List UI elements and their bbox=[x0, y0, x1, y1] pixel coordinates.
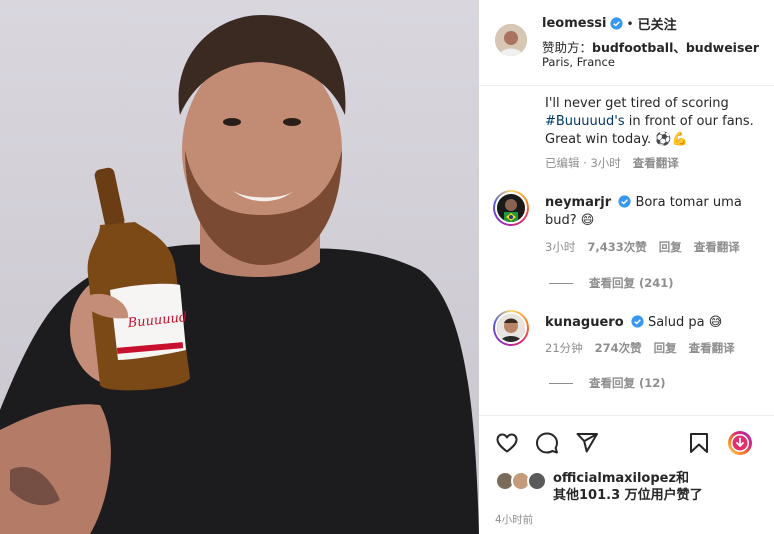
likes-line-1: officialmaxilopez和 bbox=[553, 471, 690, 486]
comment-meta: 3小时 7,433次赞 回复 查看翻译 bbox=[545, 239, 740, 255]
liker-avatars[interactable] bbox=[495, 471, 551, 491]
view-replies-label: 查看回复 (241) bbox=[589, 276, 674, 290]
commenter-avatar-image bbox=[497, 314, 525, 342]
replies-divider-line bbox=[549, 282, 573, 284]
like-button[interactable] bbox=[494, 430, 520, 456]
likes-text[interactable]: officialmaxilopez和 其他101.3 万位用户赞了 bbox=[553, 470, 703, 504]
share-button[interactable] bbox=[574, 430, 600, 456]
comment-emoji: 😅 bbox=[708, 315, 723, 330]
post-caption: I'll never get tired of scoring #Buuuuud… bbox=[545, 95, 760, 149]
sponsor-line: 赞助方：budfootball、budweiser bbox=[542, 37, 759, 56]
likes-line-2: 其他101.3 万位用户赞了 bbox=[553, 488, 703, 503]
verified-badge-icon bbox=[618, 195, 631, 208]
caption-text-start: I'll never get tired of scoring bbox=[545, 96, 729, 111]
commenter-avatar[interactable] bbox=[493, 310, 529, 346]
comment-emoji: 😄 bbox=[580, 213, 595, 228]
liker-avatar bbox=[527, 471, 547, 491]
view-replies-button[interactable]: 查看回复 (12) bbox=[549, 375, 666, 391]
reply-button[interactable]: 回复 bbox=[659, 239, 682, 255]
edited-label: 已编辑 · 3小时 bbox=[545, 156, 621, 170]
replies-divider-line bbox=[549, 382, 573, 384]
comment-translate-link[interactable]: 查看翻译 bbox=[689, 340, 735, 356]
avatar-image bbox=[495, 24, 527, 56]
comment-body: neymarjr Bora tomar uma bud? 😄 bbox=[545, 194, 765, 230]
post-action-bar bbox=[479, 415, 774, 469]
reel-button[interactable] bbox=[727, 430, 753, 456]
comment-likes[interactable]: 274次赞 bbox=[595, 340, 642, 356]
header-title-row: leomessi • 已关注 bbox=[542, 14, 677, 33]
comment-meta: 21分钟 274次赞 回复 查看翻译 bbox=[545, 340, 735, 356]
comment-body: kunaguero Salud pa 😅 bbox=[545, 314, 765, 332]
caption-meta: 已编辑 · 3小时 查看翻译 bbox=[545, 155, 679, 171]
share-icon bbox=[576, 433, 598, 453]
comment-text: Salud pa bbox=[647, 315, 709, 330]
separator-dot: • bbox=[626, 16, 634, 31]
caption-emojis: ⚽💪 bbox=[655, 132, 688, 147]
view-replies-button[interactable]: 查看回复 (241) bbox=[549, 275, 674, 291]
comment-button[interactable] bbox=[534, 430, 560, 456]
verified-badge-icon bbox=[631, 315, 644, 328]
reel-icon bbox=[728, 431, 752, 455]
comment-time[interactable]: 3小时 bbox=[545, 239, 575, 255]
bookmark-icon bbox=[690, 433, 708, 453]
post-location[interactable]: Paris, France bbox=[542, 55, 615, 69]
partial-icon[interactable] bbox=[767, 430, 774, 456]
save-button[interactable] bbox=[686, 430, 712, 456]
comment-translate-link[interactable]: 查看翻译 bbox=[694, 239, 740, 255]
view-replies-label: 查看回复 (12) bbox=[589, 376, 666, 390]
verified-badge-icon bbox=[609, 17, 623, 30]
comment-username[interactable]: kunaguero bbox=[545, 315, 624, 330]
comment-username[interactable]: neymarjr bbox=[545, 195, 611, 210]
post-header: leomessi • 已关注 赞助方：budfootball、budweiser… bbox=[479, 0, 774, 86]
sponsor-label: 赞助方： bbox=[542, 40, 593, 55]
caption-translate-link[interactable]: 查看翻译 bbox=[633, 155, 679, 171]
reply-button[interactable]: 回复 bbox=[654, 340, 677, 356]
comment-icon bbox=[536, 432, 558, 454]
sponsor-names-link[interactable]: budfootball、budweiser bbox=[592, 40, 759, 55]
commenter-avatar-image bbox=[497, 194, 525, 222]
commenter-avatar[interactable] bbox=[493, 190, 529, 226]
following-button[interactable]: 已关注 bbox=[638, 14, 677, 33]
heart-icon bbox=[496, 433, 518, 453]
post-photo[interactable]: Buuuuud bbox=[0, 0, 479, 534]
post-timestamp[interactable]: 4小时前 bbox=[495, 512, 533, 527]
post-detail-pane: leomessi • 已关注 赞助方：budfootball、budweiser… bbox=[479, 0, 774, 534]
messi-holding-beer-photo: Buuuuud bbox=[0, 15, 479, 534]
author-avatar[interactable] bbox=[495, 24, 527, 56]
caption-hashtag[interactable]: #Buuuuud's bbox=[545, 114, 625, 129]
comment-likes[interactable]: 7,433次赞 bbox=[587, 239, 646, 255]
author-username[interactable]: leomessi bbox=[542, 16, 607, 31]
comment-time[interactable]: 21分钟 bbox=[545, 340, 583, 356]
